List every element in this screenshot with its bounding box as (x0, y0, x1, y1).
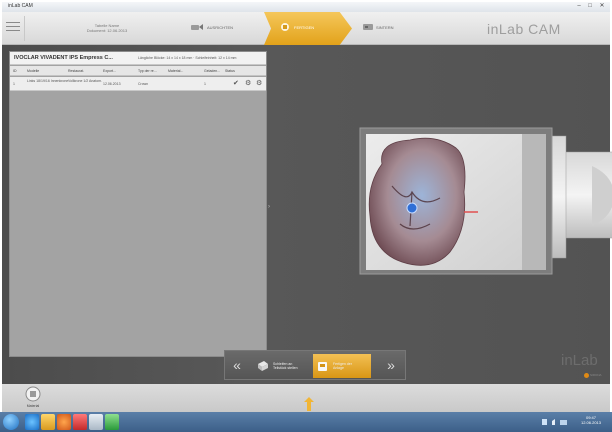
project-info: Tabelle Name Dokument: 12.06.2013 (82, 23, 132, 33)
internet-explorer-icon[interactable] (25, 414, 39, 430)
column-header-type[interactable]: Typ der re... (138, 69, 157, 73)
taskbar-app-icon[interactable] (105, 414, 119, 430)
minimize-button[interactable]: – (574, 3, 584, 10)
nav-step-label: Fertigen der Anlage (333, 362, 352, 370)
material-icon (25, 386, 41, 402)
material-label: Material (26, 404, 40, 408)
brand-dot-icon (584, 373, 589, 378)
project-date: Dokument: 12.06.2013 (86, 28, 128, 33)
watermark-logo: inLab (561, 352, 598, 369)
table-row[interactable]: 1 Links 18/19/16 Innenkrone Vollkrone 1/… (10, 77, 266, 91)
column-header-export[interactable]: Export... (103, 69, 116, 73)
taskbar-clock[interactable]: 09:47 12.06.2013 (576, 415, 606, 425)
row-model: Links 18/19/16 Innenkrone (27, 79, 69, 83)
app-area: Tabelle Name Dokument: 12.06.2013 AUSRIC… (2, 12, 612, 412)
screen: inLab CAM – □ ✕ Tabelle Name Dokument: 1… (0, 0, 612, 432)
job-title[interactable]: IVOCLAR VIVADENT IPS Empress C... (14, 55, 113, 61)
taskbar-app-icon[interactable] (73, 414, 87, 430)
row-id: 1 (13, 82, 15, 86)
manufacture-icon (281, 23, 289, 31)
align-icon (191, 24, 203, 30)
inlab-app-icon[interactable] (89, 414, 103, 430)
nav-step-machine[interactable]: Fertigen der Anlage (313, 354, 371, 378)
block-side (522, 134, 546, 270)
header-divider (24, 16, 25, 41)
folder-icon[interactable] (41, 414, 55, 430)
clock-date: 12.06.2013 (580, 420, 602, 425)
row-loaded: 1 (204, 82, 206, 86)
restoration-3d-view[interactable] (352, 112, 612, 292)
window-title: inLab CAM (8, 3, 33, 9)
app-header: Tabelle Name Dokument: 12.06.2013 AUSRIC… (2, 12, 610, 45)
row-export: 12.06.2013 (103, 82, 121, 86)
material-button[interactable]: Material (24, 385, 42, 411)
job-dimensions: Längliche Blöcke: 14 x 14 x 18 mm · Schl… (138, 56, 237, 60)
column-header-models[interactable]: Modelle (27, 69, 65, 73)
next-step-button[interactable]: » (383, 356, 399, 374)
watermark-sub: SIRONA (590, 373, 602, 377)
close-button[interactable]: ✕ (597, 3, 607, 10)
row-restoration: Vollkrone 1/2 Anatom. (68, 79, 103, 83)
column-header-loaded[interactable]: Geladen... (204, 69, 220, 73)
sinter-icon (363, 24, 373, 30)
sprue-marker[interactable] (406, 202, 418, 214)
system-tray[interactable] (540, 416, 570, 428)
step-navigator: « Schleifen an Teilstück stellen Fertige… (224, 350, 406, 380)
panel-collapse-icon[interactable]: › (268, 204, 270, 210)
step-fertigen[interactable]: FERTIGEN (264, 12, 352, 45)
window-titlebar: inLab CAM – □ ✕ (2, 2, 610, 12)
nav-step-label: Schleifen an Teilstück stellen (273, 362, 298, 370)
previous-step-button[interactable]: « (229, 356, 245, 374)
step-label: AUSRICHTEN (207, 25, 234, 30)
job-table-header: ID Modelle Restaurat. Export... Typ der … (10, 66, 266, 76)
job-panel: IVOCLAR VIVADENT IPS Empress C... Längli… (9, 51, 267, 357)
gear-icon[interactable]: ⚙ (256, 80, 262, 88)
block-icon (258, 361, 268, 371)
maximize-button[interactable]: □ (585, 3, 595, 10)
column-header-material[interactable]: Material... (168, 69, 183, 73)
job-panel-header: IVOCLAR VIVADENT IPS Empress C... Längli… (10, 52, 266, 65)
row-type: Crown (138, 82, 149, 86)
start-button[interactable] (3, 414, 19, 430)
tooth-restoration[interactable] (368, 137, 466, 266)
column-header-status[interactable]: Status (225, 69, 235, 73)
step-sintern[interactable]: SINTERN (360, 12, 440, 45)
column-header-id[interactable]: ID (13, 69, 17, 73)
taskbar: 09:47 12.06.2013 (0, 412, 612, 432)
step-ausrichten[interactable]: AUSRICHTEN (177, 12, 257, 45)
column-header-restoration[interactable]: Restaurat. (68, 69, 98, 73)
media-player-icon[interactable] (57, 414, 71, 430)
step-label: SINTERN (376, 25, 394, 30)
check-icon[interactable]: ✔ (233, 80, 239, 88)
app-logo: inLab CAM (487, 21, 561, 37)
menu-icon[interactable] (6, 19, 20, 33)
pointer-icon (304, 397, 314, 411)
settings-icon[interactable]: ⚙ (245, 80, 251, 88)
machine-icon (318, 362, 327, 371)
step-label: FERTIGEN (294, 25, 315, 30)
nav-step-block[interactable]: Schleifen an Teilstück stellen (253, 354, 311, 378)
